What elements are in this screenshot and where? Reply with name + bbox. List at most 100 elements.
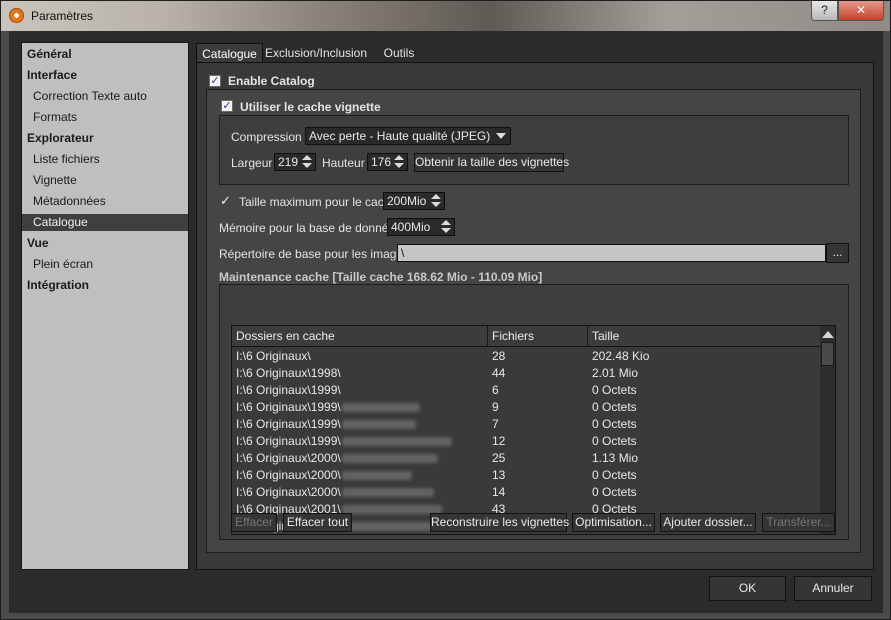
- table-header: Dossiers en cache Fichiers Taille: [232, 326, 820, 347]
- thumb-cache-label: Utiliser le cache vignette: [240, 100, 381, 114]
- size-cell: 202.48 Kio: [592, 349, 650, 363]
- thumb-cache-checkbox[interactable]: ✓: [221, 100, 233, 112]
- enable-catalog-checkbox[interactable]: ✓: [209, 75, 221, 87]
- spin-arrows-icon[interactable]: [301, 155, 314, 169]
- transfer-button[interactable]: Transférer...: [762, 513, 835, 532]
- max-cache-spinbox[interactable]: 200Mio: [383, 192, 445, 210]
- spin-arrows-icon[interactable]: [393, 155, 406, 169]
- width-value: 219: [278, 155, 299, 169]
- nav-view[interactable]: Vue: [22, 235, 188, 252]
- clear-all-button[interactable]: Effacer tout: [283, 513, 352, 532]
- folder-path: I:\6 Originaux\1999\: [236, 434, 341, 448]
- column-files[interactable]: Fichiers: [488, 326, 588, 347]
- close-button[interactable]: ✕: [838, 1, 884, 21]
- redacted-text: [341, 403, 420, 413]
- tab-tools[interactable]: Outils: [371, 43, 427, 63]
- nav-formats[interactable]: Formats: [22, 109, 188, 126]
- files-cell: 44: [492, 366, 506, 380]
- table-row[interactable]: I:\6 Originaux\2000\ 25 1.13 Mio: [232, 450, 820, 467]
- nav-interface[interactable]: Interface: [22, 67, 188, 84]
- files-cell: 28: [492, 349, 506, 363]
- ok-button[interactable]: OK: [709, 576, 786, 601]
- help-button[interactable]: ?: [811, 1, 838, 21]
- size-cell: 1.13 Mio: [592, 451, 639, 465]
- scroll-up-icon[interactable]: [822, 331, 834, 338]
- folder-cell: I:\6 Originaux\1999\: [236, 433, 452, 450]
- cancel-button[interactable]: Annuler: [794, 576, 872, 601]
- db-memory-label: Mémoire pour la base de données: [219, 221, 402, 235]
- folder-path: I:\6 Originaux\1999\: [236, 417, 341, 431]
- column-folders[interactable]: Dossiers en cache: [232, 326, 488, 347]
- optimize-button[interactable]: Optimisation...: [572, 513, 655, 532]
- title-bar[interactable]: Paramètres ? ✕: [1, 1, 890, 31]
- compression-select[interactable]: Avec perte - Haute qualité (JPEG): [305, 127, 511, 145]
- rebuild-thumbnails-button[interactable]: Reconstruire les vignettes: [430, 513, 569, 532]
- table-body: I:\6 Originaux\ 28 202.48 Kio I:\6 Originau…: [232, 348, 820, 534]
- size-cell: 0 Octets: [592, 400, 637, 414]
- table-row[interactable]: I:\6 Originaux\2000\ 14 0 Octets: [232, 484, 820, 501]
- folder-path: I:\6 Originaux\2000\: [236, 468, 341, 482]
- browse-button[interactable]: ...: [826, 243, 849, 263]
- folder-cell: I:\6 Originaux\1999\: [236, 416, 416, 433]
- base-dir-label: Répertoire de base pour les images: [219, 247, 410, 261]
- spin-arrows-icon[interactable]: [430, 194, 443, 208]
- nav-file-list[interactable]: Liste fichiers: [22, 151, 188, 168]
- nav-explorer[interactable]: Explorateur: [22, 130, 188, 147]
- folder-cell: I:\6 Originaux\2000\: [236, 450, 438, 467]
- folder-cell: I:\6 Originaux\2000\: [236, 484, 434, 501]
- redacted-text: [341, 505, 442, 515]
- table-row[interactable]: I:\6 Originaux\1998\ 44 2.01 Mio: [232, 365, 820, 382]
- nav-integration[interactable]: Intégration: [22, 277, 188, 294]
- folder-path: I:\6 Originaux\: [236, 349, 311, 363]
- nav-catalog[interactable]: Catalogue: [22, 214, 188, 231]
- nav-thumbnail[interactable]: Vignette: [22, 172, 188, 189]
- size-cell: 0 Octets: [592, 383, 637, 397]
- base-dir-field[interactable]: \: [397, 244, 826, 262]
- add-folder-button[interactable]: Ajouter dossier...: [660, 513, 756, 532]
- files-cell: 25: [492, 451, 506, 465]
- size-cell: 0 Octets: [592, 485, 637, 499]
- maintenance-title: Maintenance cache [Taille cache 168.62 M…: [219, 270, 543, 284]
- nav-metadata[interactable]: Métadonnées: [22, 193, 188, 210]
- nav-fullscreen[interactable]: Plein écran: [22, 256, 188, 273]
- folder-path: I:\6 Originaux\2000\: [236, 451, 341, 465]
- table-row[interactable]: I:\6 Originaux\1999\ 9 0 Octets: [232, 399, 820, 416]
- spin-arrows-icon[interactable]: [440, 220, 453, 234]
- folder-path: I:\6 Originaux\1999\: [236, 400, 341, 414]
- table-row[interactable]: I:\6 Originaux\2000\ 13 0 Octets: [232, 467, 820, 484]
- tab-catalog[interactable]: Catalogue: [196, 43, 263, 63]
- redacted-text: [341, 420, 416, 430]
- files-cell: 9: [492, 400, 499, 414]
- files-cell: 13: [492, 468, 506, 482]
- chevron-down-icon: [496, 133, 506, 139]
- folder-path: I:\6 Originaux\2000\: [236, 485, 341, 499]
- width-spinbox[interactable]: 219: [274, 153, 316, 171]
- folder-cell: I:\6 Originaux\: [236, 348, 311, 365]
- settings-nav: Général Interface Correction Texte auto …: [21, 42, 189, 570]
- checkmark-icon[interactable]: ✓: [220, 193, 231, 209]
- nav-autocorrect[interactable]: Correction Texte auto: [22, 88, 188, 105]
- db-memory-spinbox[interactable]: 400Mio: [387, 218, 455, 236]
- table-row[interactable]: I:\6 Originaux\1999\ 7 0 Octets: [232, 416, 820, 433]
- dialog-body: Général Interface Correction Texte auto …: [9, 31, 883, 613]
- files-cell: 6: [492, 383, 499, 397]
- nav-general[interactable]: Général: [22, 46, 188, 63]
- redacted-text: [341, 488, 434, 498]
- height-label: Hauteur: [322, 156, 365, 170]
- scroll-thumb[interactable]: [821, 342, 834, 366]
- vertical-scrollbar[interactable]: [820, 326, 835, 534]
- folder-cell: I:\6 Originaux\2000\: [236, 467, 412, 484]
- table-row[interactable]: I:\6 Originaux\1999\ 12 0 Octets: [232, 433, 820, 450]
- folder-cell: I:\6 Originaux\1998\: [236, 365, 341, 382]
- tab-exclusion-inclusion[interactable]: Exclusion/Inclusion: [264, 43, 368, 63]
- db-memory-value: 400Mio: [391, 220, 431, 234]
- get-thumb-size-button[interactable]: Obtenir la taille des vignettes: [414, 153, 569, 172]
- table-row[interactable]: I:\6 Originaux\1999\ 6 0 Octets: [232, 382, 820, 399]
- folder-path: I:\6 Originaux\1998\: [236, 366, 341, 380]
- table-row[interactable]: I:\6 Originaux\ 28 202.48 Kio: [232, 348, 820, 365]
- height-spinbox[interactable]: 176: [367, 153, 408, 171]
- clear-button[interactable]: Effacer: [231, 513, 277, 532]
- column-size[interactable]: Taille: [588, 326, 820, 347]
- size-cell: 0 Octets: [592, 417, 637, 431]
- window-title: Paramètres: [31, 9, 94, 23]
